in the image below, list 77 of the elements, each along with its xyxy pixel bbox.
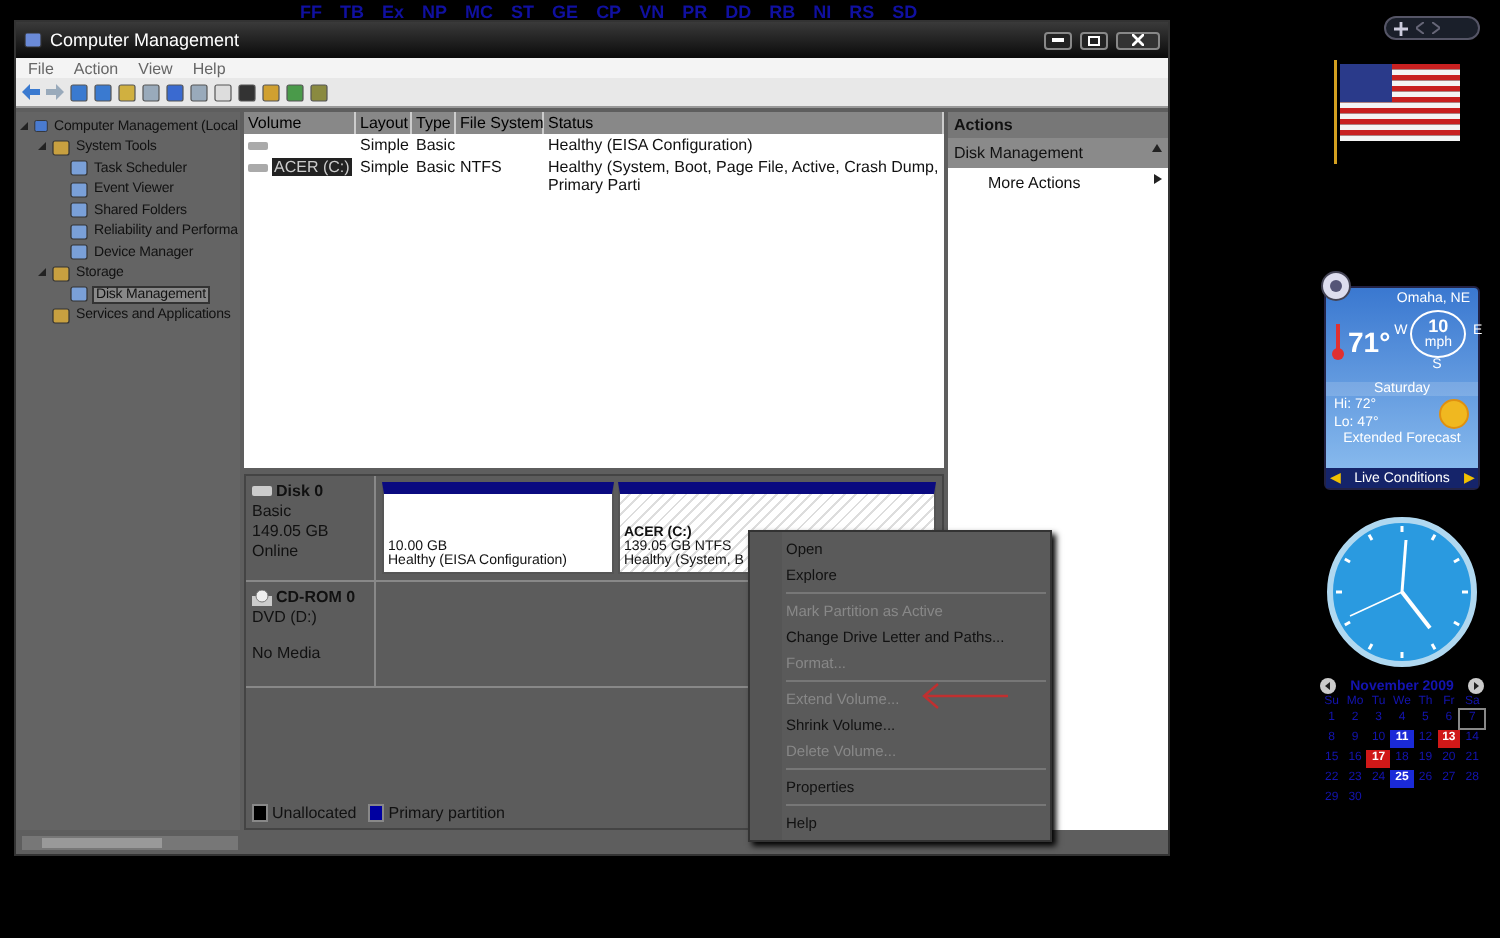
table-cell[interactable]: Healthy (System, Boot, Page File, Active, Crash Dump, Primary Parti xyxy=(548,158,940,194)
expand-arrow-icon[interactable] xyxy=(38,142,48,153)
node-icon xyxy=(52,265,70,282)
add-icon[interactable] xyxy=(1394,21,1408,35)
next-icon[interactable] xyxy=(1467,678,1484,694)
menu-item[interactable]: View xyxy=(138,59,173,77)
node-icon xyxy=(70,160,88,177)
node-icon xyxy=(70,223,88,240)
node-icon xyxy=(70,244,88,261)
shortcut-label[interactable]: PR xyxy=(682,2,708,22)
column-header[interactable]: File System xyxy=(456,112,544,134)
node-icon xyxy=(52,139,70,156)
back-icon[interactable] xyxy=(22,84,40,100)
shortcut-label[interactable]: NI xyxy=(813,2,832,22)
column-header[interactable]: Status xyxy=(544,112,944,134)
disk-info: No Media xyxy=(252,644,323,662)
arrow-annotation xyxy=(920,682,1008,710)
shortcut-label[interactable]: GE xyxy=(552,2,579,22)
minimize-icon xyxy=(1052,38,1064,42)
action-link[interactable]: More Actions xyxy=(988,174,1081,192)
thermometer-icon xyxy=(1332,323,1344,359)
disk-info: DVD (D:) xyxy=(252,608,319,626)
cd-drive-icon xyxy=(252,589,272,605)
flag-drawing xyxy=(1330,60,1462,164)
menu-item[interactable]: Help xyxy=(192,59,226,77)
temperature: 71° xyxy=(1348,325,1391,357)
expand-arrow-icon[interactable] xyxy=(20,121,30,132)
menu-item[interactable]: Action xyxy=(73,59,119,77)
app-icon xyxy=(24,32,42,48)
legend-label: Primary partition xyxy=(388,804,505,822)
disk-info: Basic xyxy=(252,502,294,520)
table-cell[interactable]: Basic xyxy=(416,158,456,176)
scrollbar-drawing[interactable] xyxy=(22,835,238,849)
close-button[interactable] xyxy=(1116,31,1160,49)
disk-info: 149.05 GB xyxy=(252,522,331,540)
table-cell[interactable]: ACER (C:) xyxy=(272,158,352,176)
table-cell[interactable]: NTFS xyxy=(460,158,502,176)
table-cell[interactable]: Healthy (EISA Configuration) xyxy=(548,136,753,154)
node-icon xyxy=(70,181,88,198)
legend-label: Unallocated xyxy=(272,804,357,822)
table-cell[interactable]: Simple xyxy=(360,136,409,154)
node-icon xyxy=(70,202,88,219)
maximize-icon xyxy=(1088,35,1100,45)
expand-arrow-icon[interactable] xyxy=(38,268,48,279)
window-title: Computer Management xyxy=(50,30,240,50)
shortcut-label[interactable]: Ex xyxy=(382,2,405,22)
minimize-button[interactable] xyxy=(1044,31,1072,49)
collapse-arrow-icon[interactable] xyxy=(1152,144,1162,152)
previous-icon[interactable] xyxy=(1320,678,1336,694)
shortcut-label[interactable]: DD xyxy=(725,2,752,22)
actions-title: Actions xyxy=(948,112,1168,138)
shortcut-label[interactable]: RS xyxy=(849,2,875,22)
shortcut-label[interactable]: RB xyxy=(769,2,796,22)
disk-name: CD-ROM 0 xyxy=(276,588,356,606)
disk-info: Online xyxy=(252,542,301,560)
menu-item[interactable]: File xyxy=(28,59,54,77)
column-header[interactable]: Layout xyxy=(356,112,412,134)
node-icon xyxy=(34,118,49,135)
shortcut-label[interactable]: MC xyxy=(465,2,494,22)
submenu-arrow-icon xyxy=(1154,174,1162,184)
table-cell[interactable]: Simple xyxy=(360,158,409,176)
node-icon xyxy=(52,307,70,324)
shortcut-label[interactable]: CP xyxy=(596,2,622,22)
shortcut-label[interactable]: SD xyxy=(892,2,918,22)
column-header[interactable]: Type xyxy=(412,112,456,134)
close-icon xyxy=(1132,34,1144,46)
node-icon xyxy=(70,286,88,303)
shortcut-label[interactable]: TB xyxy=(340,2,364,22)
disk-name: Disk 0 xyxy=(276,482,324,500)
sun-icon xyxy=(1438,398,1470,430)
table-cell[interactable]: Basic xyxy=(416,136,456,154)
maximize-button[interactable] xyxy=(1080,31,1108,49)
column-header[interactable]: Volume xyxy=(244,112,356,134)
shortcut-label[interactable]: VN xyxy=(639,2,665,22)
shortcut-label[interactable]: NP xyxy=(422,2,448,22)
shortcut-label[interactable]: ST xyxy=(511,2,535,22)
shortcut-label[interactable]: FF xyxy=(300,2,322,22)
